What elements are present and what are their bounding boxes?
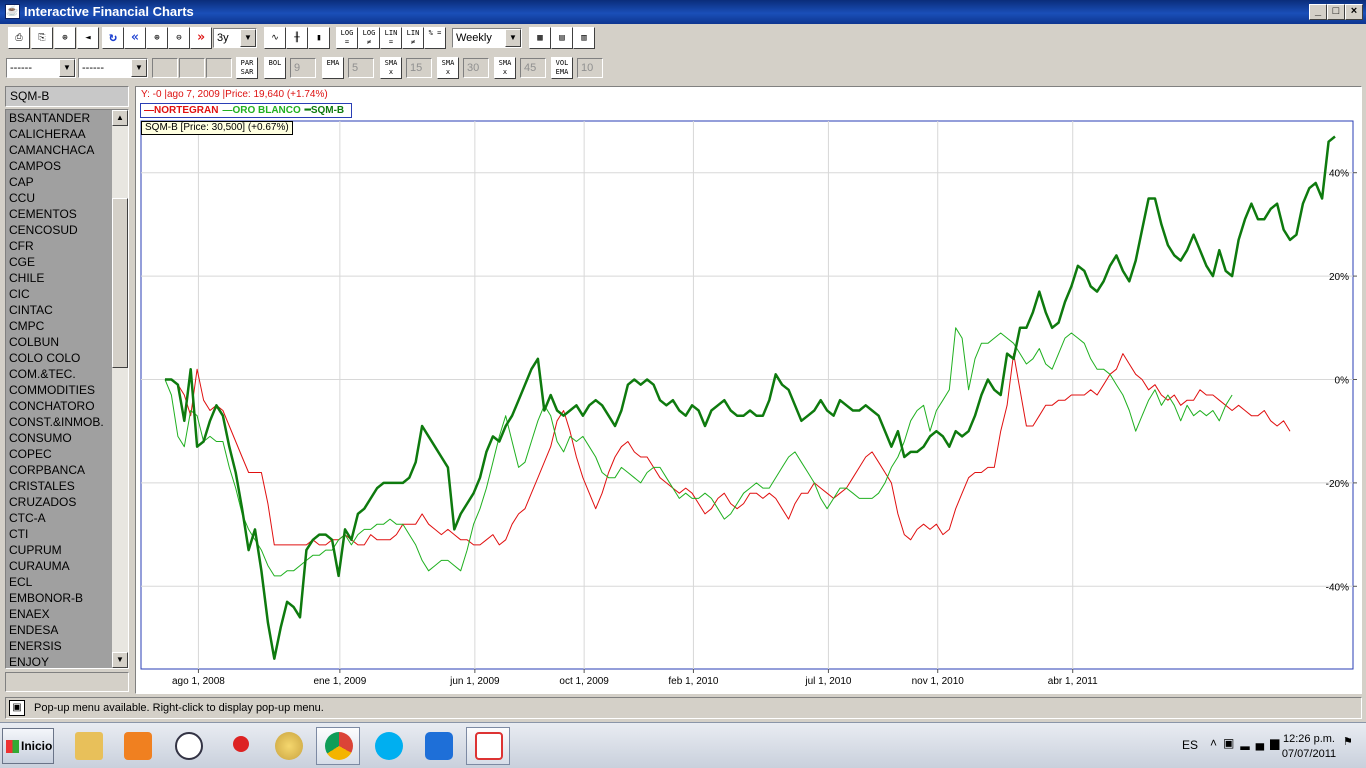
popup-menu-icon: ▣ [9, 700, 25, 716]
folder-icon[interactable] [66, 727, 110, 765]
y-tick-label: 0% [1335, 375, 1350, 386]
windows-logo-icon [6, 740, 19, 753]
chart-info-line: Y: -0 |ago 7, 2009 |Price: 19,640 (+1.74… [141, 89, 328, 100]
tray-icons[interactable]: ˄▣▂▄▆ [1210, 736, 1285, 750]
pin-icon[interactable] [218, 727, 262, 765]
plot-area [140, 120, 1354, 670]
media-player-icon[interactable] [115, 727, 159, 765]
chart-tooltip: SQM-B [Price: 30,500] (+0.67%) [141, 121, 293, 135]
y-tick-label: -20% [1326, 479, 1349, 490]
y-tick-label: 20% [1329, 272, 1349, 283]
x-tick-label: feb 1, 2010 [668, 676, 718, 687]
start-button[interactable]: Inicio [2, 728, 54, 764]
skype-icon[interactable] [366, 727, 410, 765]
start-label: Inicio [21, 739, 53, 753]
teamviewer-icon[interactable] [416, 727, 460, 765]
y-tick-label: -40% [1326, 582, 1349, 593]
clock-date: 07/07/2011 [1281, 748, 1337, 760]
x-tick-label: abr 1, 2011 [1048, 676, 1098, 687]
chevron-up-icon[interactable]: ˄ [1210, 736, 1223, 750]
x-tick-label: jul 1, 2010 [804, 676, 852, 687]
x-tick-label: oct 1, 2009 [559, 676, 609, 687]
x-tick-label: nov 1, 2010 [912, 676, 965, 687]
status-text: Pop-up menu available. Right-click to di… [34, 702, 324, 714]
taskbar-clock[interactable]: 12:26 p.m. 07/07/2011 [1278, 732, 1340, 762]
language-indicator[interactable]: ES [1182, 738, 1198, 752]
network-icon[interactable]: ▣ [1223, 736, 1240, 750]
java-icon[interactable] [466, 727, 510, 765]
taskbar: Inicio [0, 722, 1366, 768]
flag-icon[interactable]: ⚑ [1343, 735, 1361, 755]
y-tick-label: 40% [1329, 169, 1349, 180]
legend-entry[interactable]: ━SQM-B [305, 105, 344, 116]
x-tick-label: ago 1, 2008 [172, 676, 225, 687]
legend-entry[interactable]: —NORTEGRAN [144, 105, 218, 116]
chrome-icon[interactable] [316, 727, 360, 765]
legend-entry[interactable]: —ORO BLANCO [222, 105, 300, 116]
chart-legend: —NORTEGRAN —ORO BLANCO ━SQM-B [140, 103, 353, 118]
clock-time: 12:26 p.m. [1283, 733, 1335, 745]
x-tick-label: ene 1, 2009 [313, 676, 366, 687]
x-tick-label: jun 1, 2009 [449, 676, 500, 687]
paint-icon[interactable] [266, 727, 310, 765]
clock-app-icon[interactable] [166, 727, 210, 765]
status-bar: ▣ Pop-up menu available. Right-click to … [5, 697, 1362, 719]
